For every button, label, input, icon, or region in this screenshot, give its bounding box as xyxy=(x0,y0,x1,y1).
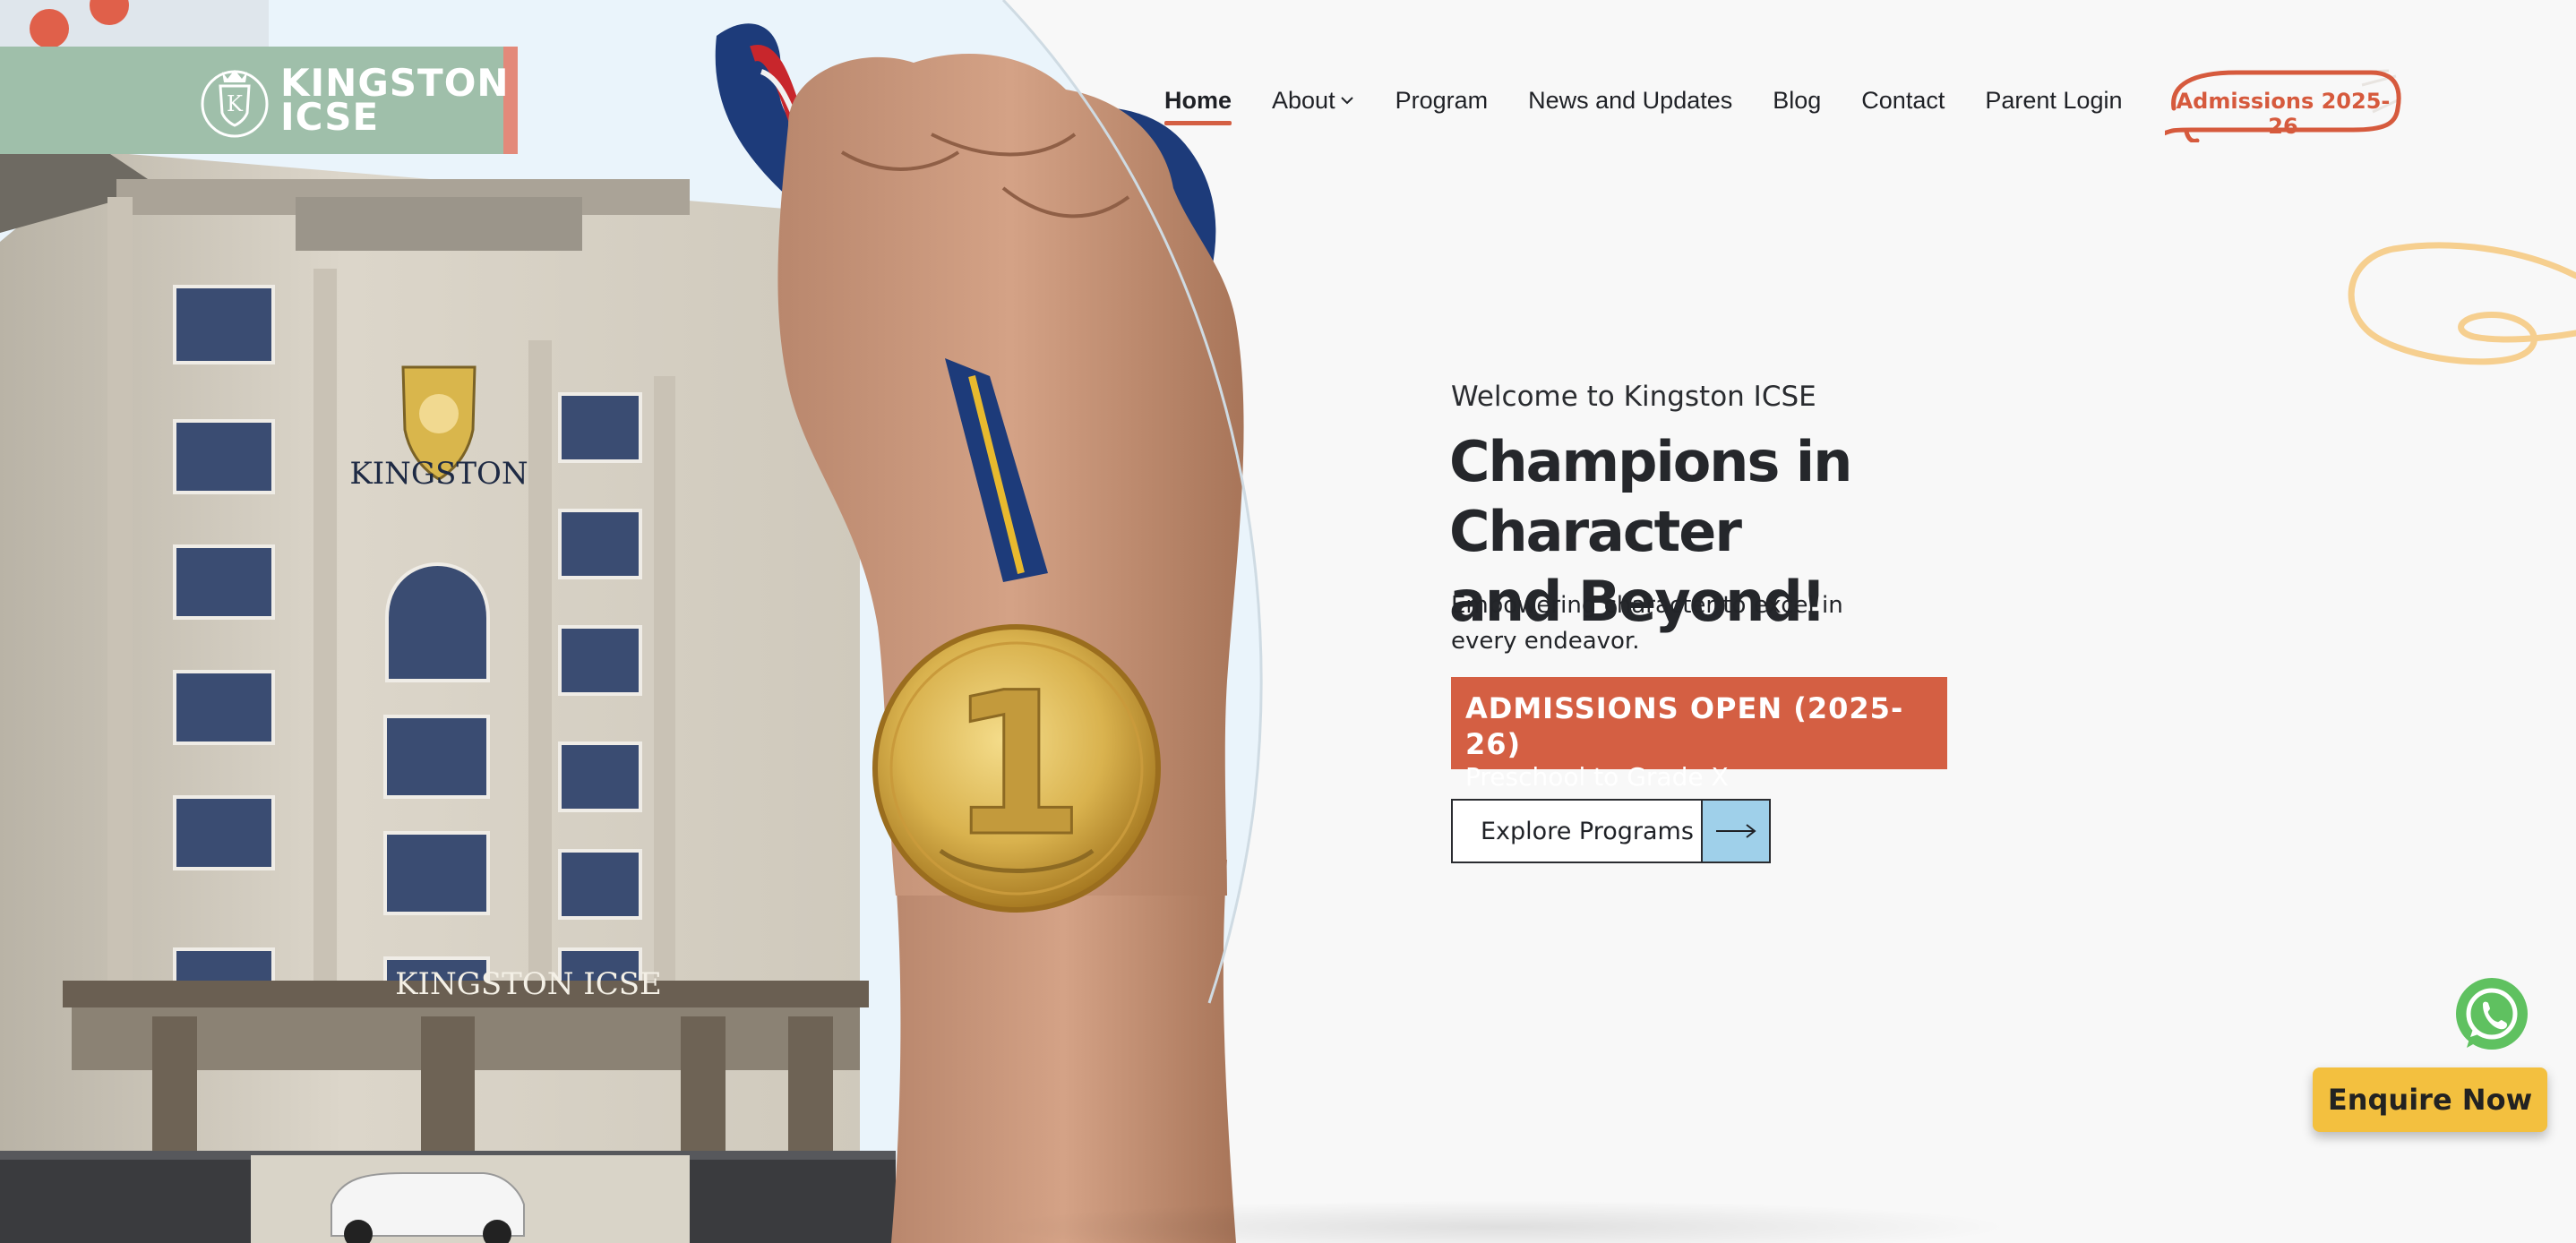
admissions-open-banner[interactable]: ADMISSIONS OPEN (2025-26) Preschool to G… xyxy=(1451,677,1947,792)
hero-subtext: Empowering character to excel in every e… xyxy=(1451,592,1843,655)
admissions-nav-label: Admissions 2025-26 xyxy=(2176,89,2391,139)
nav-item-blog[interactable]: Blog xyxy=(1773,87,1821,115)
nav-item-news-and-updates[interactable]: News and Updates xyxy=(1528,87,1732,115)
nav-item-contact[interactable]: Contact xyxy=(1861,87,1945,115)
whatsapp-icon[interactable] xyxy=(2452,976,2531,1055)
admissions-open-title: ADMISSIONS OPEN (2025-26) xyxy=(1465,691,1904,761)
admissions-open-grades: Preschool to Grade X xyxy=(1465,762,1729,792)
enquire-now-button[interactable]: Enquire Now xyxy=(2313,1067,2547,1132)
building-sign: KINGSTON ICSE xyxy=(395,966,662,1002)
decorative-swirl-icon xyxy=(2348,242,2576,365)
svg-text:K: K xyxy=(227,91,244,116)
nav-item-home[interactable]: Home xyxy=(1164,87,1232,125)
welcome-text: Welcome to Kingston ICSE xyxy=(1451,381,1816,413)
crest-emblem-icon: K xyxy=(201,70,269,138)
main-nav: Home About Program News and Updates Blog… xyxy=(1164,82,2162,125)
nav-item-about-label: About xyxy=(1272,86,1335,114)
explore-programs-button[interactable]: Explore Programs xyxy=(1451,799,1771,863)
nav-item-program[interactable]: Program xyxy=(1395,87,1489,115)
chevron-down-icon xyxy=(1340,97,1353,105)
logo-wordmark: KINGSTON ICSE xyxy=(280,61,510,139)
school-building: KINGSTON KINGSTON ICSE xyxy=(0,152,896,1243)
hero-image: KINGSTON KINGSTON ICSE 1 xyxy=(0,0,1272,1243)
medal-number: 1 xyxy=(948,650,1085,879)
arrow-right-icon xyxy=(1701,801,1769,862)
nav-item-parent-login[interactable]: Parent Login xyxy=(1985,87,2122,115)
site-logo[interactable]: K KINGSTON ICSE xyxy=(0,47,518,154)
admissions-nav-button[interactable]: Admissions 2025-26 xyxy=(2165,67,2401,142)
explore-programs-label: Explore Programs xyxy=(1481,817,1694,845)
crest-label: KINGSTON xyxy=(349,456,528,492)
nav-item-about[interactable]: About xyxy=(1272,87,1355,115)
bottom-shadow xyxy=(985,1200,2015,1243)
